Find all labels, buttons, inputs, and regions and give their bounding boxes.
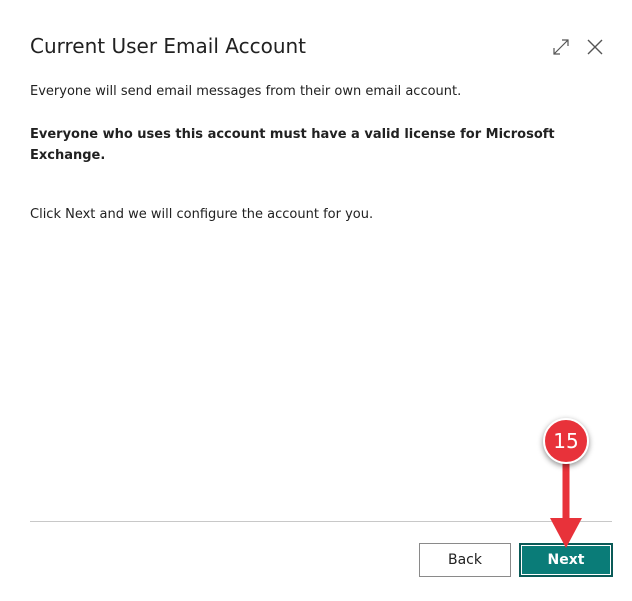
license-warning: Everyone who uses this account must have… xyxy=(30,127,555,163)
info-text: Everyone will send email messages from t… xyxy=(30,84,462,99)
annotation-arrow-icon xyxy=(550,462,582,548)
footer-divider xyxy=(30,521,612,522)
step-number-badge: 15 xyxy=(543,418,589,464)
email-account-dialog: Current User Email Account Everyone will… xyxy=(0,0,632,601)
dialog-header-actions xyxy=(550,36,606,58)
back-button[interactable]: Back xyxy=(419,543,511,577)
dialog-title: Current User Email Account xyxy=(30,34,307,58)
instruction-text: Click Next and we will configure the acc… xyxy=(30,207,374,222)
expand-icon[interactable] xyxy=(550,36,572,58)
close-icon[interactable] xyxy=(584,36,606,58)
